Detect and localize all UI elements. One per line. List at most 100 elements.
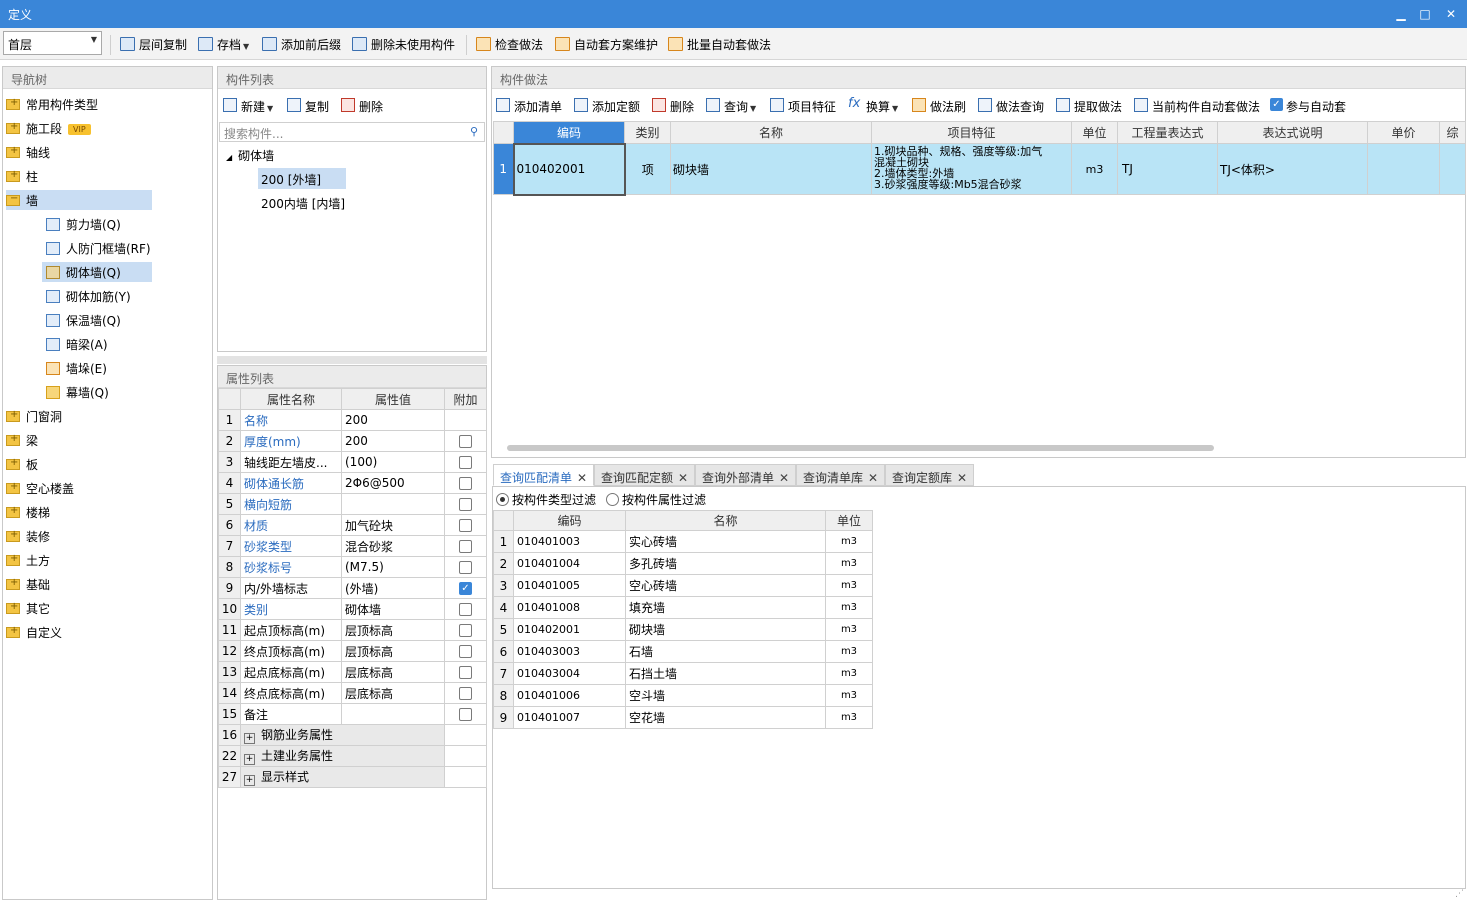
nav-item-stairs[interactable]: 楼梯 xyxy=(6,502,50,522)
minimize-button[interactable]: ▁ xyxy=(1391,4,1411,24)
copy-between-floors-button[interactable]: 层间复制 xyxy=(120,36,187,54)
cell-unit[interactable]: m3 xyxy=(825,618,873,641)
tab-bill-library[interactable]: 查询清单库 ✕ xyxy=(796,464,886,486)
nav-item-curtain-wall[interactable]: 幕墙(Q) xyxy=(46,382,109,402)
tab-external-bill[interactable]: 查询外部清单 ✕ xyxy=(695,464,797,486)
delete-method-button[interactable]: 删除 xyxy=(652,98,694,115)
filter-by-type-radio[interactable]: 按构件类型过滤 xyxy=(496,491,596,508)
convert-button[interactable]: fx 换算 ▼ xyxy=(848,97,898,115)
cell-expr[interactable]: TJ xyxy=(1117,143,1218,195)
property-row[interactable]: 10 类别 砌体墙 xyxy=(218,598,487,620)
property-extra[interactable] xyxy=(444,430,487,452)
cell-name[interactable]: 填充墙 xyxy=(625,596,826,619)
property-row[interactable]: 1 名称 200 xyxy=(218,409,487,431)
nav-item-custom[interactable]: 自定义 xyxy=(6,622,62,642)
property-group-row[interactable]: 22 + 土建业务属性 xyxy=(218,745,487,767)
nav-item-other[interactable]: 其它 xyxy=(6,598,50,618)
component-group[interactable]: ◢ 砌体墙 xyxy=(226,147,274,164)
nav-item-decoration[interactable]: 装修 xyxy=(6,526,50,546)
delete-component-button[interactable]: 删除 xyxy=(341,98,383,115)
nav-item-masonry-rebar[interactable]: 砌体加筋(Y) xyxy=(46,286,131,306)
property-extra[interactable] xyxy=(444,556,487,578)
cell-unit[interactable]: m3 xyxy=(825,684,873,707)
cell-name[interactable]: 砌块墙 xyxy=(670,143,872,195)
cell-unit[interactable]: m3 xyxy=(825,530,873,553)
cell-unit[interactable]: m3 xyxy=(825,552,873,575)
cell-code[interactable]: 010401003 xyxy=(513,530,626,553)
property-row[interactable]: 12 终点顶标高(m) 层顶标高 xyxy=(218,640,487,662)
checkbox-icon[interactable] xyxy=(459,624,472,637)
nav-item-shear-wall[interactable]: 剪力墙(Q) xyxy=(46,214,121,234)
checkbox-icon[interactable] xyxy=(459,687,472,700)
property-value[interactable]: (外墙) xyxy=(341,577,445,599)
property-extra[interactable] xyxy=(444,598,487,620)
property-value[interactable]: (M7.5) xyxy=(341,556,445,578)
close-button[interactable]: ✕ xyxy=(1441,4,1461,24)
cell-code[interactable]: 010401007 xyxy=(513,706,626,729)
nav-item-insulation-wall[interactable]: 保温墙(Q) xyxy=(46,310,121,330)
tab-match-bill[interactable]: 查询匹配清单 ✕ xyxy=(493,464,595,486)
property-extra[interactable] xyxy=(444,535,487,557)
property-value[interactable]: 层底标高 xyxy=(341,661,445,683)
component-item[interactable]: 200 [外墙] xyxy=(258,168,346,189)
checkbox-icon[interactable] xyxy=(459,645,472,658)
property-extra[interactable] xyxy=(444,682,487,704)
method-query-button[interactable]: 做法查询 xyxy=(978,98,1044,115)
nav-item-hidden-beam[interactable]: 暗梁(A) xyxy=(46,334,108,354)
close-icon[interactable]: ✕ xyxy=(779,471,789,485)
extract-method-button[interactable]: 提取做法 xyxy=(1056,98,1122,115)
property-value[interactable]: 混合砂浆 xyxy=(341,535,445,557)
maximize-button[interactable]: □ xyxy=(1415,4,1435,24)
auto-scheme-button[interactable]: 自动套方案维护 xyxy=(555,36,658,54)
property-row[interactable]: 5 横向短筋 xyxy=(218,493,487,515)
query-row[interactable]: 7 010403004 石挡土墙 m3 xyxy=(493,662,873,685)
batch-auto-method-button[interactable]: 批量自动套做法 xyxy=(668,36,771,54)
checkbox-icon[interactable] xyxy=(459,435,472,448)
checkbox-checked-icon[interactable]: ✓ xyxy=(459,582,472,595)
checkbox-icon[interactable] xyxy=(459,561,472,574)
new-component-button[interactable]: 新建 ▼ xyxy=(223,98,273,115)
cell-unit[interactable]: m3 xyxy=(825,574,873,597)
property-row[interactable]: 15 备注 xyxy=(218,703,487,725)
close-icon[interactable]: ✕ xyxy=(868,471,878,485)
property-value[interactable] xyxy=(341,493,445,515)
cell-name[interactable]: 空心砖墙 xyxy=(625,574,826,597)
auto-method-current-button[interactable]: 当前构件自动套做法 xyxy=(1134,98,1260,115)
property-extra[interactable] xyxy=(444,640,487,662)
cell-code[interactable]: 010401004 xyxy=(513,552,626,575)
cell-code[interactable]: 010401005 xyxy=(513,574,626,597)
nav-item-wall[interactable]: 墙 xyxy=(6,190,152,210)
property-value[interactable]: (100) xyxy=(341,451,445,473)
property-value[interactable]: 层顶标高 xyxy=(341,619,445,641)
property-row[interactable]: 13 起点底标高(m) 层底标高 xyxy=(218,661,487,683)
collapse-arrow-icon[interactable]: ◢ xyxy=(226,153,232,162)
nav-item-beam[interactable]: 梁 xyxy=(6,430,38,450)
cell-code[interactable]: 010401006 xyxy=(513,684,626,707)
component-item[interactable]: 200内墙 [内墙] xyxy=(261,195,345,212)
method-brush-button[interactable]: 做法刷 xyxy=(912,98,966,115)
property-group[interactable]: + 土建业务属性 xyxy=(240,745,445,767)
checkbox-icon[interactable] xyxy=(459,540,472,553)
property-row[interactable]: 3 轴线距左墙皮... (100) xyxy=(218,451,487,473)
nav-item-door-window[interactable]: 门窗洞 xyxy=(6,406,62,426)
tab-quota-library[interactable]: 查询定额库 ✕ xyxy=(885,464,975,486)
expand-icon[interactable]: + xyxy=(244,775,255,786)
checkbox-icon[interactable] xyxy=(459,708,472,721)
cell-desc[interactable]: TJ<体积> xyxy=(1217,143,1368,195)
property-value[interactable]: 砌体墙 xyxy=(341,598,445,620)
add-bill-button[interactable]: 添加清单 xyxy=(496,98,562,115)
splitter[interactable] xyxy=(217,356,487,364)
tab-match-quota[interactable]: 查询匹配定额 ✕ xyxy=(594,464,696,486)
checkbox-icon[interactable] xyxy=(459,477,472,490)
property-row[interactable]: 11 起点顶标高(m) 层顶标高 xyxy=(218,619,487,641)
item-feature-button[interactable]: 项目特征 xyxy=(770,98,836,115)
add-prefix-suffix-button[interactable]: 添加前后缀 xyxy=(262,36,341,54)
close-icon[interactable]: ✕ xyxy=(957,471,967,485)
property-group[interactable]: + 显示样式 xyxy=(240,766,445,788)
property-extra[interactable] xyxy=(444,619,487,641)
cell-name[interactable]: 空斗墙 xyxy=(625,684,826,707)
add-quota-button[interactable]: 添加定额 xyxy=(574,98,640,115)
nav-item-section[interactable]: 施工段 VIP xyxy=(6,118,91,138)
check-method-button[interactable]: 检查做法 xyxy=(476,36,543,54)
expand-icon[interactable]: + xyxy=(244,733,255,744)
